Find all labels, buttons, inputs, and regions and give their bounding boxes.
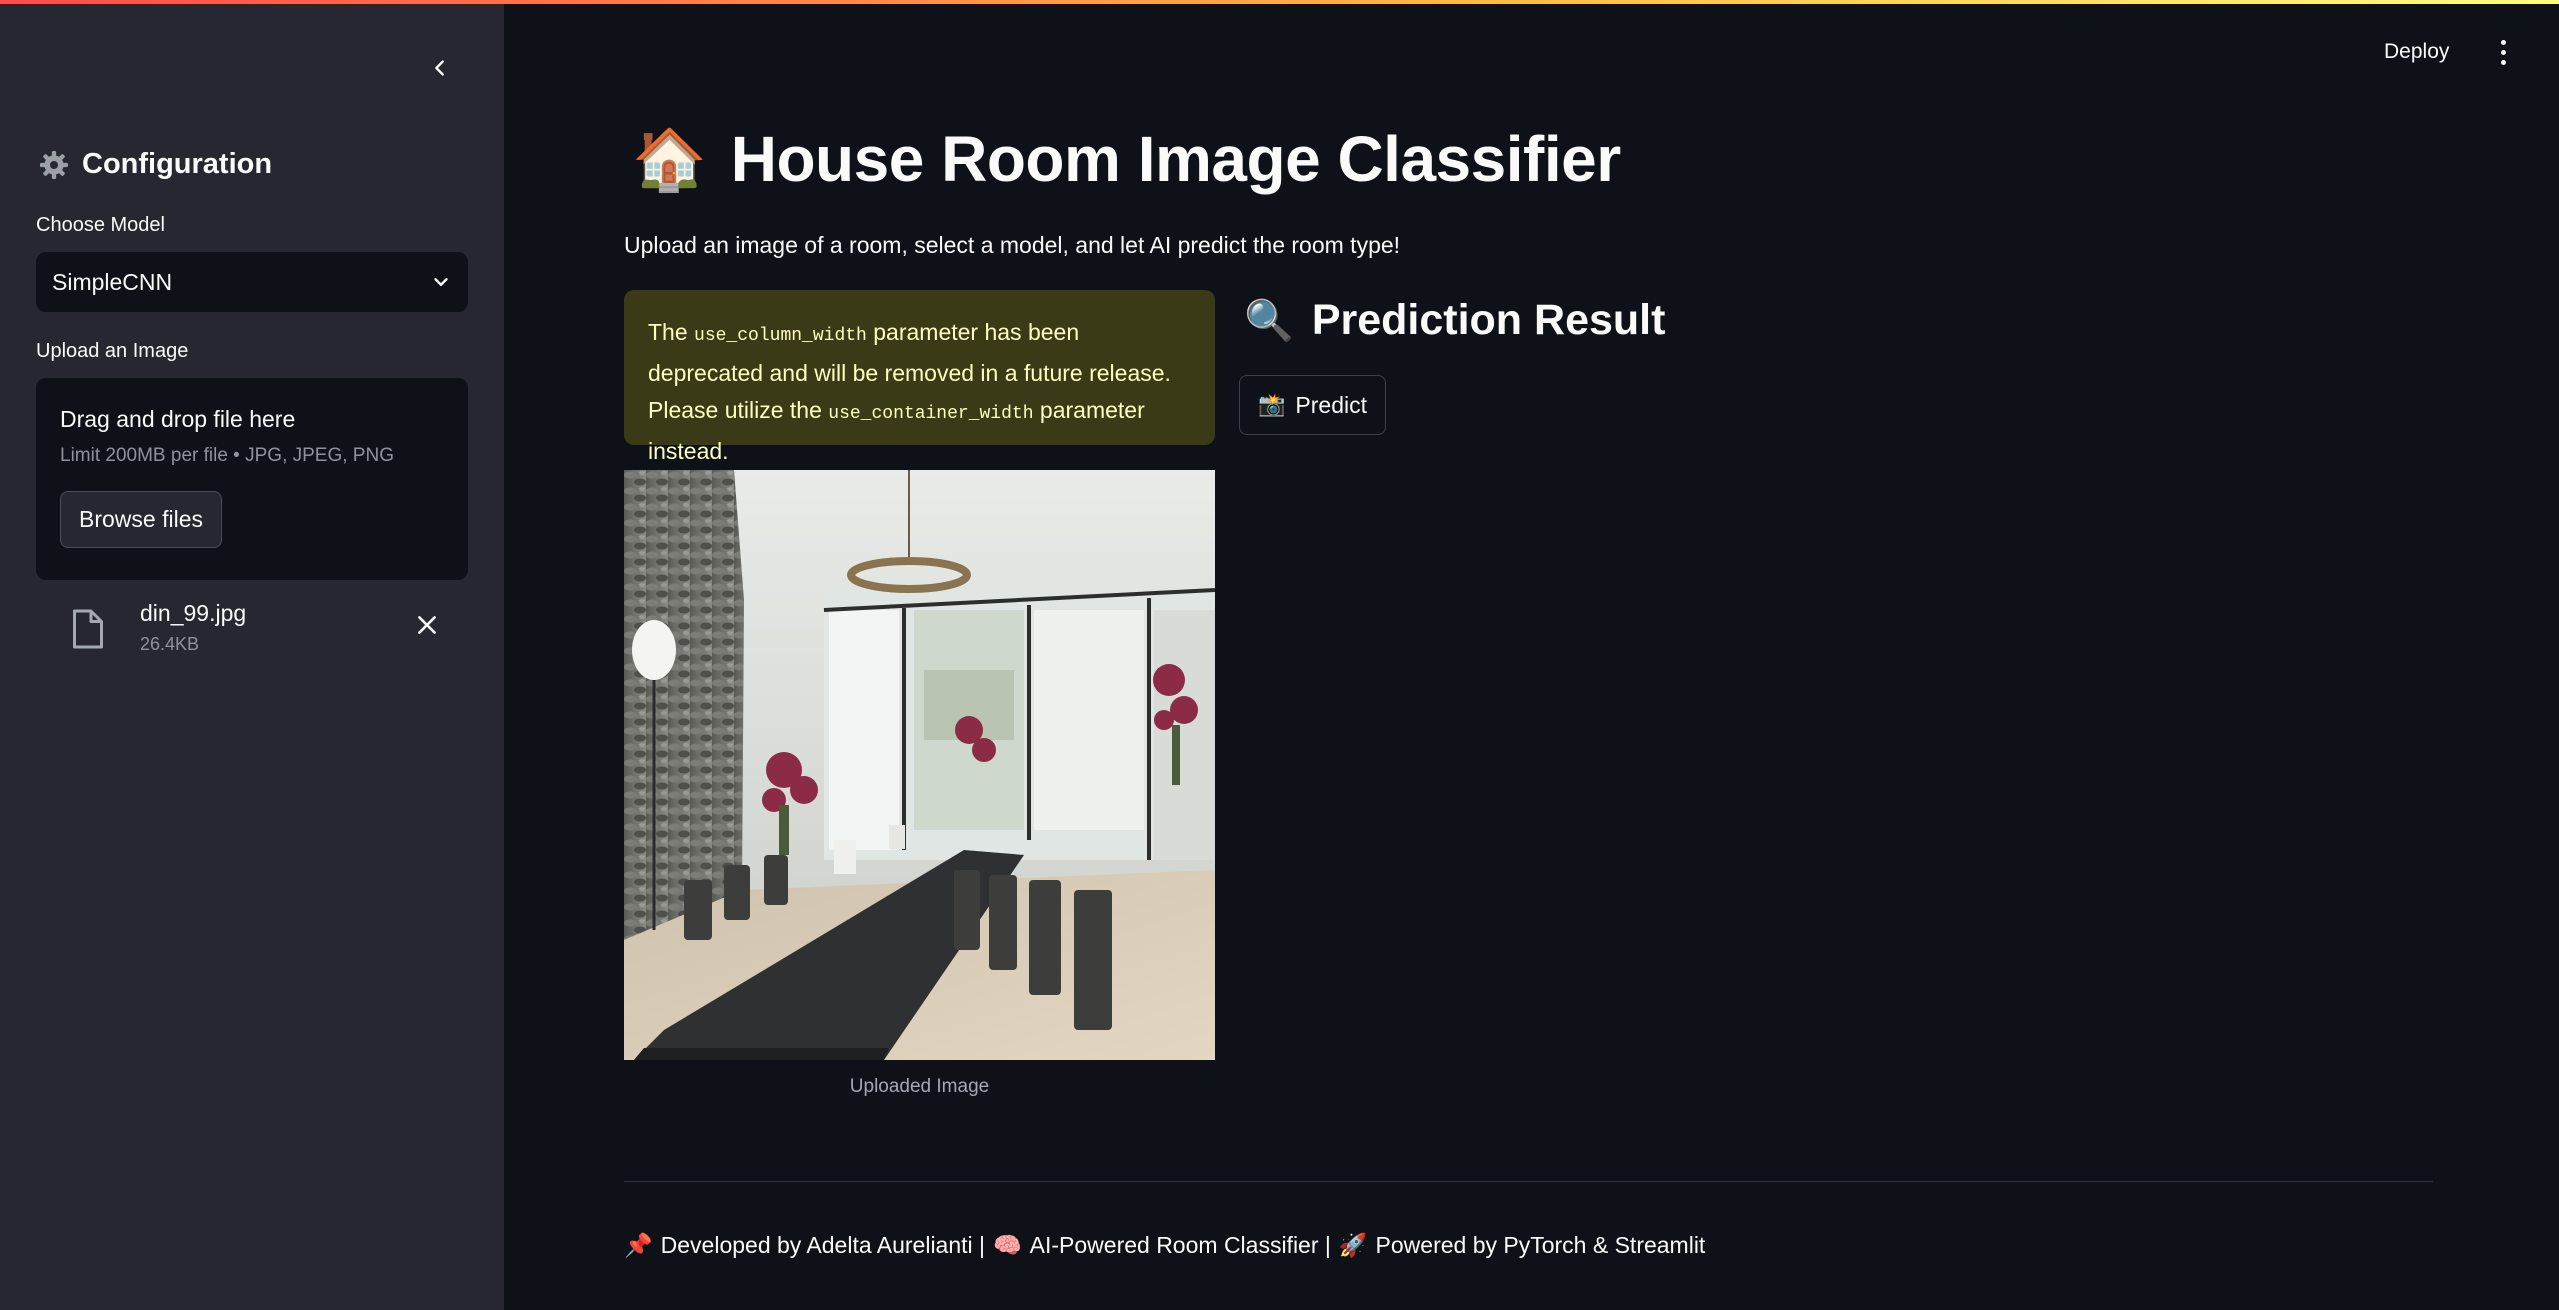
warning-code: use_column_width: [694, 326, 867, 346]
footer-developer: Developed by Adelta Aurelianti |: [660, 1232, 985, 1258]
uploaded-file-item: din_99.jpg 26.4KB: [70, 600, 470, 670]
model-select[interactable]: SimpleCNN: [36, 252, 468, 312]
browse-files-button[interactable]: Browse files: [60, 491, 222, 548]
footer-classifier: AI-Powered Room Classifier |: [1029, 1232, 1331, 1258]
page-subtitle: Upload an image of a room, select a mode…: [624, 232, 1401, 258]
main-menu-button[interactable]: [2496, 40, 2510, 70]
chevron-down-icon: [434, 278, 448, 286]
file-icon: [73, 609, 103, 649]
warning-code: use_container_width: [828, 404, 1034, 424]
dropzone-limit: Limit 200MB per file • JPG, JPEG, PNG: [60, 445, 394, 466]
predict-button[interactable]: 📸 Predict: [1239, 375, 1386, 435]
footer-powered: Powered by PyTorch & Streamlit: [1375, 1232, 1706, 1258]
file-dropzone[interactable]: Drag and drop file here Limit 200MB per …: [36, 378, 468, 580]
prediction-heading: 🔍 Prediction Result: [1244, 296, 1665, 345]
model-select-value: SimpleCNN: [52, 268, 173, 295]
footer-divider: [624, 1181, 2433, 1182]
dropzone-title: Drag and drop file here: [60, 406, 296, 432]
page-title: 🏠 House Room Image Classifier: [632, 122, 1621, 196]
dining-room-photo: [624, 470, 1215, 1060]
rocket-icon: 🚀: [1338, 1232, 1368, 1258]
footer: 📌 Developed by Adelta Aurelianti | 🧠 AI-…: [624, 1232, 1705, 1259]
predict-button-label: Predict: [1295, 391, 1367, 418]
sidebar-header: Configuration: [38, 148, 272, 181]
upload-label: Upload an Image: [36, 340, 189, 362]
model-select-label: Choose Model: [36, 214, 165, 236]
magnifier-icon: 🔍: [1244, 299, 1294, 343]
remove-file-icon[interactable]: [414, 612, 440, 638]
gear-icon: [40, 150, 68, 179]
warning-text: The: [648, 319, 695, 345]
kebab-dot-icon: [2500, 60, 2506, 65]
prediction-heading-text: Prediction Result: [1311, 296, 1666, 344]
kebab-dot-icon: [2500, 40, 2506, 45]
sidebar: Configuration Choose Model SimpleCNN Upl…: [0, 4, 504, 1310]
collapse-sidebar-button[interactable]: [420, 48, 460, 88]
file-size: 26.4KB: [140, 634, 200, 654]
deprecation-warning: The use_column_width parameter has been …: [624, 290, 1215, 464]
deploy-button[interactable]: Deploy: [2384, 40, 2449, 64]
camera-icon: 📸: [1258, 392, 1286, 417]
pin-icon: 📌: [624, 1232, 653, 1258]
kebab-dot-icon: [2500, 50, 2506, 55]
page-title-text: House Room Image Classifier: [730, 123, 1621, 195]
chevron-left-icon: [435, 60, 444, 76]
sidebar-title: Configuration: [82, 148, 273, 180]
uploaded-room-image: [624, 470, 1215, 1060]
brain-icon: 🧠: [993, 1232, 1022, 1258]
file-name: din_99.jpg: [140, 600, 247, 626]
image-caption: Uploaded Image: [849, 1076, 990, 1097]
house-icon: 🏠: [632, 125, 707, 193]
